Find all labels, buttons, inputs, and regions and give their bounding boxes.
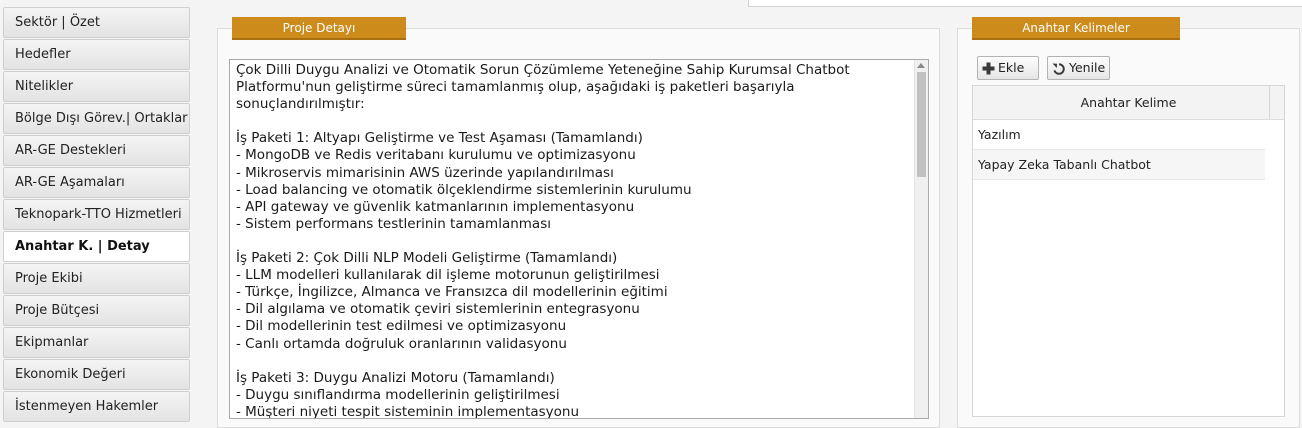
sidebar-item-proje-butcesi[interactable]: Proje Bütçesi xyxy=(3,295,190,326)
sidebar-item-hedefler[interactable]: Hedefler xyxy=(3,39,190,70)
sidebar-item-anahtar-detay[interactable]: Anahtar K. | Detay xyxy=(3,231,190,262)
sidebar-item-istenmeyen-hakemler[interactable]: İstenmeyen Hakemler xyxy=(3,391,190,422)
keywords-table: Anahtar Kelime Yazılım Yapay Zeka Tabanl… xyxy=(972,85,1285,417)
project-detail-title: Proje Detayı xyxy=(232,17,406,40)
keywords-title: Anahtar Kelimeler xyxy=(972,17,1180,40)
sidebar-item-ekipmanlar[interactable]: Ekipmanlar xyxy=(3,327,190,358)
top-input-field[interactable] xyxy=(748,0,1302,7)
scroll-up-arrow-icon[interactable] xyxy=(917,63,925,68)
sidebar-item-ekonomik-degeri[interactable]: Ekonomik Değeri xyxy=(3,359,190,390)
sidebar-item-bolge-disi-gorev[interactable]: Bölge Dışı Görev.| Ortaklar xyxy=(3,103,190,134)
plus-icon xyxy=(982,62,995,75)
sidebar-item-sektor-ozet[interactable]: Sektör | Özet xyxy=(3,7,190,38)
textarea-scrollbar[interactable] xyxy=(914,60,928,418)
keyword-column-header-label: Anahtar Kelime xyxy=(1080,95,1177,110)
add-keyword-button[interactable]: Ekle xyxy=(977,56,1039,80)
sidebar-nav: Sektör | Özet Hedefler Nitelikler Bölge … xyxy=(3,7,190,423)
scroll-thumb[interactable] xyxy=(917,72,926,177)
table-row[interactable]: Yazılım xyxy=(973,120,1265,150)
table-row[interactable]: Yapay Zeka Tabanlı Chatbot xyxy=(973,150,1265,180)
add-keyword-label: Ekle xyxy=(998,60,1025,75)
sidebar-item-nitelikler[interactable]: Nitelikler xyxy=(3,71,190,102)
sidebar-item-proje-ekibi[interactable]: Proje Ekibi xyxy=(3,263,190,294)
refresh-keywords-button[interactable]: Yenile xyxy=(1047,56,1110,80)
keyword-column-header[interactable]: Anahtar Kelime xyxy=(973,86,1284,120)
project-detail-textarea[interactable]: Çok Dilli Duygu Analizi ve Otomatik Soru… xyxy=(229,59,929,419)
sidebar-item-arge-asamalari[interactable]: AR-GE Aşamaları xyxy=(3,167,190,198)
column-separator xyxy=(1269,86,1270,119)
sidebar-item-teknopark-tto[interactable]: Teknopark-TTO Hizmetleri xyxy=(3,199,190,230)
refresh-keywords-label: Yenile xyxy=(1069,60,1106,75)
project-detail-text[interactable]: Çok Dilli Duygu Analizi ve Otomatik Soru… xyxy=(230,60,928,418)
sidebar-item-arge-destekleri[interactable]: AR-GE Destekleri xyxy=(3,135,190,166)
refresh-icon xyxy=(1052,62,1066,76)
